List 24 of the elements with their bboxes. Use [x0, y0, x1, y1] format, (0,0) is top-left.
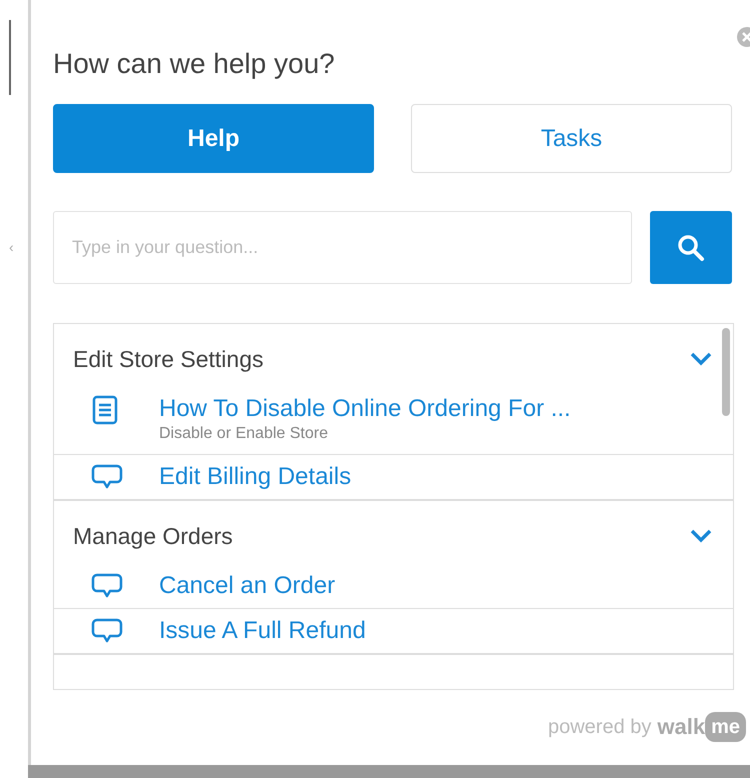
topic-link[interactable]: How To Disable Online Ordering For ...	[159, 394, 571, 422]
group-title: Edit Store Settings	[73, 345, 264, 374]
topic-subtitle: Disable or Enable Store	[159, 424, 329, 444]
search-icon	[677, 234, 705, 262]
topic-link[interactable]: Edit Billing Details	[159, 463, 352, 491]
topic-link[interactable]: Issue A Full Refund	[159, 616, 366, 644]
tab[interactable]: Help	[53, 104, 374, 173]
document-icon	[91, 394, 119, 424]
speech-bubble-icon	[91, 616, 123, 645]
brand-name: walk	[657, 713, 706, 741]
tab[interactable]: Tasks	[411, 104, 732, 173]
search-field[interactable]: Type in your question...	[53, 211, 632, 284]
chevron-down-icon[interactable]	[689, 351, 713, 368]
chevron-down-icon[interactable]	[689, 528, 713, 544]
topic-link[interactable]: Cancel an Order	[159, 572, 336, 600]
panel-title: How can we help you?	[53, 50, 336, 78]
scrollbar[interactable]	[722, 328, 730, 416]
speech-bubble-icon	[91, 572, 123, 600]
speech-bubble-icon	[91, 463, 123, 492]
search-button[interactable]	[650, 211, 732, 284]
collapse-arrow[interactable]: ‹	[9, 240, 14, 254]
brand-badge: me	[705, 712, 746, 742]
powered-by-text: powered by	[548, 714, 652, 740]
group-title: Manage Orders	[73, 522, 233, 552]
